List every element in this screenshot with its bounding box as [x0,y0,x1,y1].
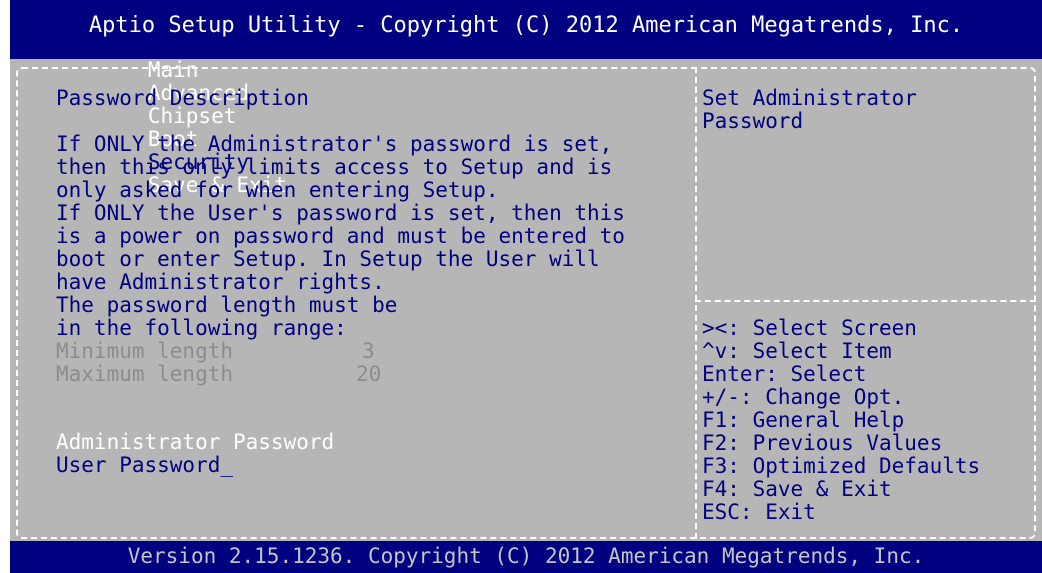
user-password-item[interactable]: User Password_ [56,454,233,477]
tab-bar: Main Advanced Chipset Boot Security Save… [69,36,290,197]
description-line: boot or enter Setup. In Setup the User w… [56,247,600,271]
description-line: in the following range: [56,316,347,340]
description-line: then this only limits access to Setup an… [56,155,613,179]
description-line: is a power on password and must be enter… [56,224,625,248]
panel-divider [695,67,697,539]
key-hint-enter: Enter: Select [702,362,867,386]
min-length-label: Minimum length [56,339,234,363]
key-hint-f2: F2: Previous Values [702,431,943,455]
max-length-value: 20 [356,362,382,386]
key-hint-select-item: ^v: Select Item [702,339,892,363]
description-line: only asked for when entering Setup. [56,178,499,202]
version-footer: Version 2.15.1236. Copyright (C) 2012 Am… [127,544,925,568]
key-hint-esc: ESC: Exit [702,500,816,524]
text-cursor: _ [220,453,234,477]
header-bar: Aptio Setup Utility - Copyright (C) 2012… [10,0,1042,197]
key-hint-f1: F1: General Help [702,408,905,432]
footer-bar: Version 2.15.1236. Copyright (C) 2012 Am… [10,541,1042,573]
description-line: The password length must be [56,293,398,317]
description-line: If ONLY the User's password is set, then… [56,201,625,225]
key-hint-change-opt: +/-: Change Opt. [702,385,905,409]
key-hint-f4: F4: Save & Exit [702,477,892,501]
help-text-line: Set Administrator [702,86,917,110]
help-divider [695,300,1036,302]
password-description-heading: Password Description [56,86,309,110]
description-line: If ONLY the Administrator's password is … [56,132,613,156]
app-title: Aptio Setup Utility - Copyright (C) 2012… [88,13,964,38]
min-length-value: 3 [362,339,375,363]
help-text-line: Password [702,109,804,133]
bios-screen: Aptio Setup Utility - Copyright (C) 2012… [10,0,1042,573]
max-length-label: Maximum length [56,362,234,386]
key-hint-f3: F3: Optimized Defaults [702,454,981,478]
user-password-label: User Password [56,453,221,477]
description-line: have Administrator rights. [56,270,385,294]
administrator-password-item[interactable]: Administrator Password [56,431,334,454]
key-hint-select-screen: ><: Select Screen [702,316,917,340]
